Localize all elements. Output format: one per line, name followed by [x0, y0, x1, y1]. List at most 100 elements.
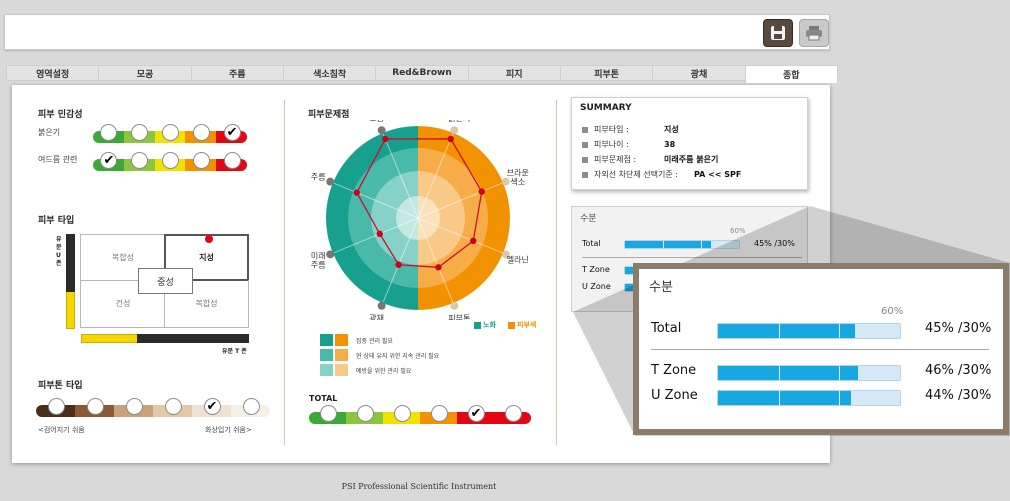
radar-point	[395, 261, 402, 268]
tab-red-brown[interactable]: Red&Brown	[375, 65, 468, 81]
level-label: 집중 관리 필요	[356, 338, 393, 345]
radar-axis-label: 멜라닌	[507, 254, 529, 264]
sensitivity-scale-option[interactable]: ✔	[223, 124, 241, 141]
t-zone-oil-fill	[137, 334, 249, 343]
moisture-row-value: 44% /30%	[925, 388, 992, 404]
column-divider	[556, 100, 557, 445]
radar-axis-label: 모공	[369, 120, 384, 123]
checkmark-icon: ✔	[226, 125, 238, 140]
save-icon	[771, 26, 785, 40]
summary-row: 자외선 차단제 선택기준 : PA << SPF	[582, 169, 741, 180]
moisture-bar-fill	[718, 391, 852, 405]
bullet-icon	[582, 126, 588, 133]
tab-skin-tone[interactable]: 피부톤	[559, 65, 653, 81]
tab-sebum[interactable]: 피지	[467, 65, 560, 81]
level-swatch	[335, 334, 348, 346]
skin-tone-scale-option[interactable]	[164, 398, 182, 415]
column-divider	[284, 100, 285, 445]
tab-radiance[interactable]: 광채	[652, 65, 745, 81]
summary-row-label: 자외선 차단제 선택기준 :	[594, 170, 678, 179]
tab-region[interactable]: 영역설정	[6, 65, 99, 81]
printer-icon	[806, 26, 822, 41]
radar-axis-dot	[450, 126, 459, 135]
summary-row-label: 피부문제점 :	[594, 155, 637, 164]
skin-type-marker	[205, 235, 213, 243]
radar-axis-label: 색소	[510, 177, 525, 187]
legend-swatch	[474, 322, 481, 329]
sensitivity-scale-option[interactable]	[162, 124, 179, 141]
u-zone-axis-label: 유분 U 존	[56, 236, 62, 267]
sensitivity-title: 피부 민감성	[38, 110, 83, 120]
tab-overall[interactable]: 종합	[744, 65, 838, 83]
total-scale-option[interactable]	[319, 405, 337, 422]
moisture-zoom-callout: 수분 60% Total 45% /30% T Zone 46% /30% U Zone 4…	[633, 263, 1009, 435]
level-swatch	[320, 334, 333, 346]
checkmark-icon: ✔	[470, 406, 482, 421]
level-label: 예방을 위한 관리 필요	[356, 368, 412, 375]
summary-row-label: 피부타입 :	[594, 125, 629, 134]
level-label: 현 상태 유지 위한 지속 관리 필요	[356, 353, 440, 360]
radar-axis-label: 주름	[311, 260, 326, 269]
moisture-row-value: 45% /30%	[925, 321, 992, 337]
summary-card: SUMMARY 피부타입 : 지성 피부나이 : 38 피부문제점 : 미래주름 붉은기 자…	[571, 97, 808, 190]
skin-tone-right-label: 화상입기 쉬움>	[205, 426, 252, 434]
radar-axis-label: 주름	[311, 173, 326, 182]
level-swatch	[320, 364, 333, 376]
print-button[interactable]	[799, 19, 829, 47]
radar-axis-dot	[501, 177, 510, 186]
radar-axis-dot	[377, 126, 386, 135]
skin-type-neutral: 중성	[138, 268, 193, 294]
tab-wrinkles[interactable]: 주름	[190, 65, 283, 81]
tab-pores[interactable]: 모공	[98, 65, 191, 81]
u-zone-oil-fill	[66, 234, 75, 292]
save-button[interactable]	[763, 19, 793, 47]
level-swatch	[335, 364, 348, 376]
summary-row-value: 38	[664, 140, 676, 149]
total-label: TOTAL	[309, 394, 338, 403]
total-scale-option[interactable]	[356, 405, 374, 422]
radar-axis-label: 미래	[311, 251, 326, 260]
total-scale-option[interactable]: ✔	[467, 405, 485, 422]
radar-axis-label: 브라운	[507, 169, 529, 178]
radar-axis-dot	[450, 301, 459, 310]
moisture-bar-tick	[839, 391, 841, 405]
legend-label: 노화	[483, 321, 496, 329]
skin-tone-scale-option[interactable]	[125, 398, 143, 415]
skin-tone-title: 피부톤 타입	[38, 381, 83, 391]
moisture-bar-tick	[778, 324, 780, 338]
legend-swatch	[508, 322, 515, 329]
sensitivity-row-label: 붉은기	[38, 128, 61, 137]
total-scale-option[interactable]	[430, 405, 448, 422]
skin-tone-scale-option[interactable]	[86, 398, 104, 415]
sensitivity-row-label: 여드름 관련	[38, 155, 78, 164]
total-scale-bar	[309, 412, 531, 424]
skin-type-title: 피부 타입	[38, 216, 75, 226]
radar-axis-label: 피부톤	[448, 314, 470, 320]
tab-pigmentation[interactable]: 색소침착	[282, 65, 376, 81]
skin-problems-title: 피부문제점	[308, 110, 350, 120]
summary-title: SUMMARY	[580, 103, 632, 113]
skin-tone-left-label: <검어지기 쉬움	[38, 426, 85, 434]
moisture-row-label: U Zone	[651, 388, 698, 404]
skin-tone-scale-option[interactable]: ✔	[203, 398, 221, 415]
radar-axis-dot	[326, 250, 335, 259]
moisture-bar-tick	[839, 366, 841, 380]
bullet-icon	[582, 156, 588, 163]
summary-row: 피부나이 : 38	[582, 139, 675, 150]
sensitivity-scale-option[interactable]	[223, 152, 241, 169]
moisture-row-value: 46% /30%	[925, 363, 992, 379]
radar-point	[470, 237, 477, 245]
skin-tone-scale-option[interactable]	[242, 398, 260, 415]
sensitivity-scale-option[interactable]	[162, 152, 179, 169]
tab-bar: 영역설정 모공 주름 색소침착 Red&Brown 피지 피부톤 광채 종합	[6, 65, 838, 83]
total-scale-option[interactable]	[393, 405, 411, 422]
sensitivity-scale-option[interactable]	[192, 124, 210, 141]
sensitivity-scale-option[interactable]	[192, 152, 210, 169]
checkmark-icon: ✔	[206, 399, 218, 414]
summary-row-value: 미래주름 붉은기	[664, 155, 719, 164]
bullet-icon	[582, 141, 588, 148]
total-scale-option[interactable]	[504, 405, 522, 422]
skin-tone-scale-option[interactable]	[47, 398, 65, 415]
legend-label: 피부색	[517, 321, 537, 329]
top-toolbar	[4, 14, 830, 50]
